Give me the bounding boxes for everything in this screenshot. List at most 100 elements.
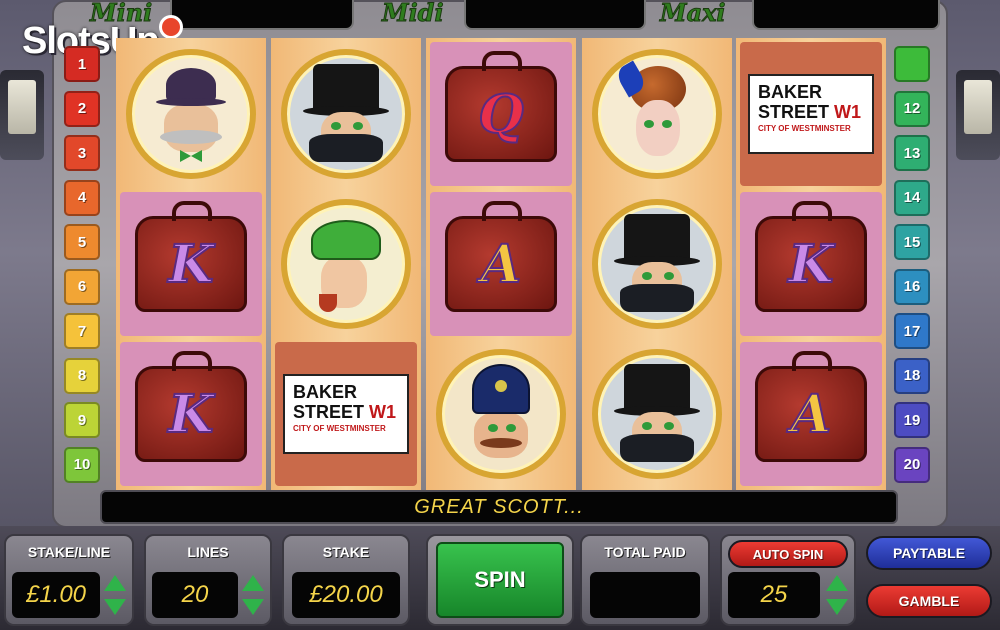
top-hat-villain-icon xyxy=(612,214,702,314)
jackpot-midi-label: Midi xyxy=(382,0,445,28)
payline-indicator-left-8[interactable]: 8 xyxy=(64,357,100,394)
sherlock-icon xyxy=(301,214,391,314)
payline-indicator-right-7[interactable]: 17 xyxy=(894,313,930,349)
street-lamp-left xyxy=(0,70,44,160)
arrow-down-icon xyxy=(104,599,126,615)
jackpot-maxi-display xyxy=(752,0,940,30)
lines-control: LINES 20 xyxy=(144,534,272,626)
paytable-button[interactable]: PAYTABLE xyxy=(866,536,992,570)
sign-line-1: BAKER xyxy=(758,82,823,102)
payline-indicators-right: 12 13 14 15 16 17 18 19 20 xyxy=(894,46,930,491)
bag-letter: A xyxy=(480,233,522,296)
payline-indicator-right-8[interactable]: 18 xyxy=(894,357,930,394)
symbol-policeman xyxy=(430,342,572,486)
street-sign: BAKER STREET W1 CITY OF WESTMINSTER xyxy=(748,74,874,154)
payline-indicator-left-1[interactable]: 1 xyxy=(64,46,100,82)
reel-5: BAKER STREET W1 CITY OF WESTMINSTER K A xyxy=(736,38,886,490)
sign-line-2: STREET W1 xyxy=(293,402,397,422)
auto-spin-increase-button[interactable] xyxy=(824,572,850,594)
payline-indicator-right-10[interactable]: 20 xyxy=(894,446,930,483)
arrow-down-icon xyxy=(242,599,264,615)
payline-indicator-left-6[interactable]: 6 xyxy=(64,268,100,305)
message-text: GREAT SCOTT... xyxy=(414,495,584,518)
top-hat-villain-icon xyxy=(612,364,702,464)
street-lamp-right xyxy=(956,70,1000,160)
payline-indicators-left: 1 2 3 4 5 6 7 8 9 10 xyxy=(64,46,100,491)
lines-value: 20 xyxy=(152,572,238,618)
symbol-bag-a: A xyxy=(430,192,572,336)
doctor-bag-icon: A xyxy=(445,201,557,312)
jackpot-maxi-label: Maxi xyxy=(660,0,727,28)
symbol-baker-street-sign: BAKER STREET W1 CITY OF WESTMINSTER xyxy=(275,342,417,486)
symbol-bag-a: A xyxy=(740,342,882,486)
bag-letter: Q xyxy=(477,83,524,146)
bag-letter: K xyxy=(167,383,214,446)
lady-icon xyxy=(612,60,702,164)
arrow-down-icon xyxy=(826,599,848,615)
symbol-villain xyxy=(275,42,417,186)
reel-area: K K BAKER STREET W1 CITY OF WESTMINSTER Q A BAK… xyxy=(116,38,886,490)
doctor-bag-icon: K xyxy=(755,201,867,312)
payline-indicator-right-1[interactable] xyxy=(894,46,930,82)
doctor-bag-icon: A xyxy=(755,351,867,462)
payline-indicator-left-7[interactable]: 7 xyxy=(64,313,100,349)
lines-increase-button[interactable] xyxy=(240,572,266,594)
auto-spin-control: AUTO SPIN 25 xyxy=(720,534,856,626)
reel-4 xyxy=(582,38,732,490)
top-hat-villain-icon xyxy=(301,64,391,164)
doctor-bag-icon: Q xyxy=(445,51,557,162)
payline-indicator-right-3[interactable]: 13 xyxy=(894,135,930,171)
payline-indicator-left-10[interactable]: 10 xyxy=(64,446,100,483)
payline-indicator-right-4[interactable]: 14 xyxy=(894,179,930,216)
reel-1: KK xyxy=(116,38,266,490)
sign-subtitle: CITY OF WESTMINSTER xyxy=(293,424,386,433)
bag-letter: K xyxy=(787,233,834,296)
policeman-icon xyxy=(456,364,546,464)
lines-label: LINES xyxy=(187,544,229,560)
payline-indicator-right-5[interactable]: 15 xyxy=(894,224,930,260)
gamble-button[interactable]: GAMBLE xyxy=(866,584,992,618)
auto-spin-count: 25 xyxy=(728,572,820,618)
stake-value: £20.00 xyxy=(292,572,400,618)
symbol-lady xyxy=(586,42,728,186)
auto-spin-decrease-button[interactable] xyxy=(824,596,850,618)
stake-line-decrease-button[interactable] xyxy=(102,596,128,618)
reel-2: BAKER STREET W1 CITY OF WESTMINSTER xyxy=(271,38,421,490)
payline-indicator-right-9[interactable]: 19 xyxy=(894,402,930,438)
street-sign: BAKER STREET W1 CITY OF WESTMINSTER xyxy=(283,374,409,454)
stake-line-label: STAKE/LINE xyxy=(27,544,111,560)
stake-line-value: £1.00 xyxy=(12,572,100,618)
payline-indicator-left-9[interactable]: 9 xyxy=(64,402,100,438)
jackpot-midi-display xyxy=(464,0,646,30)
payline-indicator-left-4[interactable]: 4 xyxy=(64,179,100,216)
stake-line-increase-button[interactable] xyxy=(102,572,128,594)
stake-line-stepper xyxy=(102,572,128,618)
symbol-bag-k: K xyxy=(740,192,882,336)
payline-indicator-right-2[interactable]: 12 xyxy=(894,90,930,127)
payline-indicator-left-5[interactable]: 5 xyxy=(64,224,100,260)
auto-spin-button[interactable]: AUTO SPIN xyxy=(728,540,848,568)
arrow-up-icon xyxy=(242,575,264,591)
total-paid-control: TOTAL PAID xyxy=(580,534,710,626)
total-paid-label: TOTAL PAID xyxy=(604,544,686,560)
payline-indicator-left-2[interactable]: 2 xyxy=(64,90,100,127)
spin-button-label: SPIN xyxy=(436,542,564,618)
payline-indicator-left-3[interactable]: 3 xyxy=(64,135,100,171)
spin-button[interactable]: SPIN xyxy=(426,534,574,626)
bag-letter: A xyxy=(790,383,832,446)
symbol-sherlock xyxy=(275,192,417,336)
payline-indicator-right-6[interactable]: 16 xyxy=(894,268,930,305)
lines-decrease-button[interactable] xyxy=(240,596,266,618)
stake-control: STAKE £20.00 xyxy=(282,534,410,626)
reel-3: QA xyxy=(426,38,576,490)
rocket-icon xyxy=(162,18,180,36)
doctor-bag-icon: K xyxy=(135,201,247,312)
old-gentleman-icon xyxy=(146,64,236,164)
auto-spin-stepper xyxy=(824,572,850,618)
symbol-baker-street-sign: BAKER STREET W1 CITY OF WESTMINSTER xyxy=(740,42,882,186)
arrow-up-icon xyxy=(826,575,848,591)
doctor-bag-icon: K xyxy=(135,351,247,462)
stake-line-control: STAKE/LINE £1.00 xyxy=(4,534,134,626)
total-paid-value xyxy=(590,572,700,618)
symbol-detective-old xyxy=(120,42,262,186)
